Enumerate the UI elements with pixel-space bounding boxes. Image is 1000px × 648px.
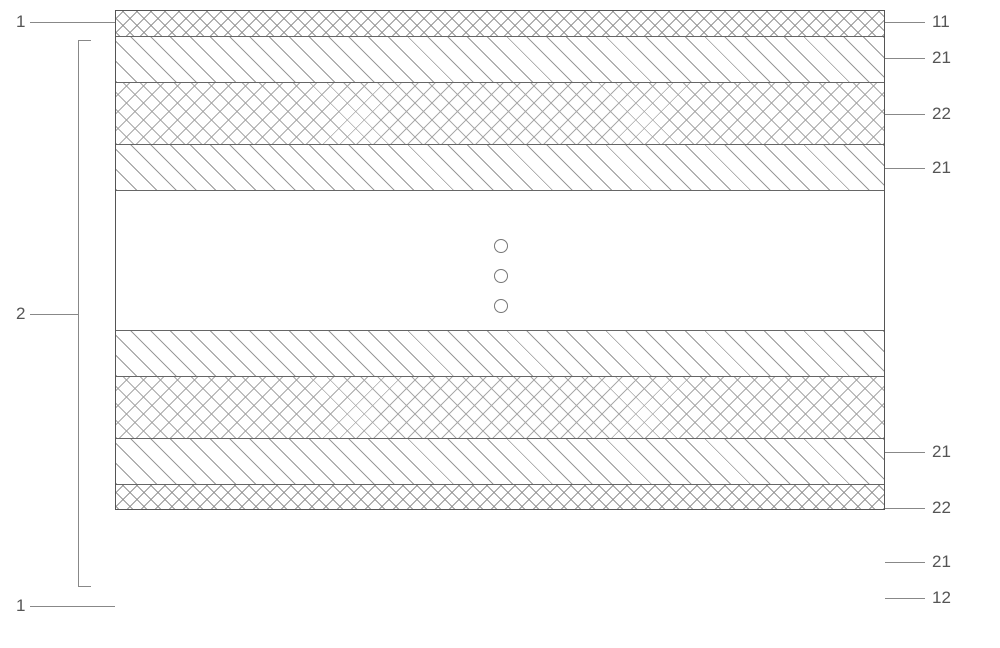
left-label-1-bottom: 1 <box>16 596 25 616</box>
right-label-21a: 21 <box>932 48 951 68</box>
ellipsis-dot-icon <box>494 299 508 313</box>
layer-11 <box>116 11 884 36</box>
layer-21-bot-1 <box>116 330 884 376</box>
right-label-12: 12 <box>932 588 951 608</box>
layer-22-top <box>116 82 884 144</box>
lead-left-bottom <box>30 606 115 607</box>
lead-right-11 <box>885 22 925 23</box>
left-label-1-top: 1 <box>16 12 25 32</box>
ellipsis-dot-icon <box>494 269 508 283</box>
lead-left-mid <box>30 314 78 315</box>
lead-right-22b <box>885 508 925 509</box>
lead-right-22a <box>885 114 925 115</box>
layer-21-bot-2 <box>116 438 884 484</box>
layer-21-top-1 <box>116 36 884 82</box>
right-label-21d: 21 <box>932 552 951 572</box>
layer-22-bot <box>116 376 884 438</box>
lead-right-21c <box>885 452 925 453</box>
ellipsis-dot-icon <box>494 239 508 253</box>
right-label-11: 11 <box>932 12 950 32</box>
lead-right-21d <box>885 562 925 563</box>
lead-right-21b <box>885 168 925 169</box>
right-label-21c: 21 <box>932 442 951 462</box>
lead-right-12 <box>885 598 925 599</box>
lead-right-21a <box>885 58 925 59</box>
diagram-stage: 1 2 1 11 21 22 21 21 22 21 12 <box>0 0 1000 648</box>
right-label-22b: 22 <box>932 498 951 518</box>
left-label-2: 2 <box>16 304 25 324</box>
bracket-group-2-icon <box>78 40 91 587</box>
lead-left-top <box>30 22 115 23</box>
right-label-21b: 21 <box>932 158 951 178</box>
layer-stack <box>115 10 885 510</box>
layer-12 <box>116 484 884 509</box>
right-label-22a: 22 <box>932 104 951 124</box>
ellipsis-gap <box>116 190 884 330</box>
layer-21-top-2 <box>116 144 884 190</box>
